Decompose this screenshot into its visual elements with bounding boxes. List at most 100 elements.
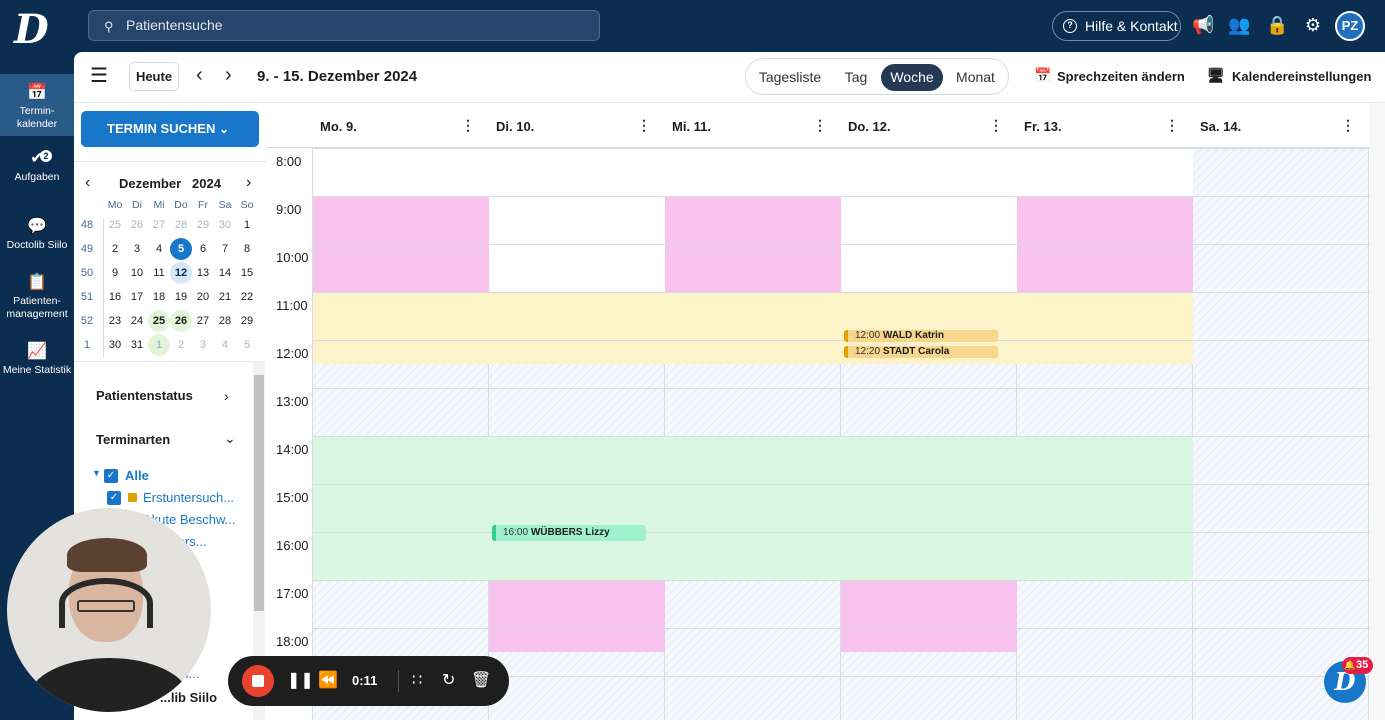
help-contact-button[interactable]: ? Hilfe & Kontakt (1052, 11, 1181, 41)
nav-item-aufgaben[interactable]: ✔ 2 Aufgaben (0, 150, 74, 194)
rewind-icon[interactable]: ⏪ (318, 671, 338, 691)
stop-recording-button[interactable] (242, 665, 274, 697)
mini-calendar-day[interactable]: 8 (236, 238, 258, 260)
day-heading[interactable]: Mi. 11. (672, 119, 711, 134)
patient-search-input[interactable]: ⚲ Patientensuche (88, 10, 600, 41)
day-column[interactable] (313, 148, 489, 720)
megaphone-icon[interactable]: 📢 (1192, 14, 1214, 36)
mini-calendar-day[interactable]: 9 (104, 262, 126, 284)
today-button[interactable]: Heute (129, 62, 179, 91)
day-column[interactable] (1193, 148, 1369, 720)
avatar[interactable]: PZ (1335, 11, 1365, 41)
view-tag[interactable]: Tag (834, 64, 878, 91)
week-number[interactable]: 50 (76, 262, 98, 284)
mini-calendar-day[interactable]: 26 (126, 214, 148, 236)
next-month-icon[interactable]: › (246, 174, 251, 192)
pause-icon[interactable]: ❚❚ (287, 671, 314, 691)
checkbox-icon[interactable]: ✓ (104, 469, 118, 483)
previous-week-icon[interactable]: ‹ (196, 65, 203, 85)
availability-block[interactable] (489, 436, 665, 580)
mini-calendar-day[interactable]: 7 (214, 238, 236, 260)
availability-block[interactable] (313, 532, 489, 580)
day-column[interactable] (841, 148, 1017, 720)
day-heading[interactable]: Sa. 14. (1200, 119, 1241, 134)
day-column[interactable] (1017, 148, 1193, 720)
mini-calendar-day[interactable]: 27 (192, 310, 214, 332)
week-number[interactable]: 51 (76, 286, 98, 308)
mini-calendar-day[interactable]: 22 (236, 286, 258, 308)
calendar-settings-button[interactable]: 🖥 Kalendereinstellungen (1207, 67, 1371, 84)
mini-calendar-day[interactable]: 31 (126, 334, 148, 356)
nav-item-doctolib-siilo[interactable]: 💬 Doctolib Siilo (0, 218, 74, 262)
chevron-down-icon[interactable]: ⌄ (224, 430, 236, 447)
view-monat[interactable]: Monat (947, 64, 1004, 91)
day-heading[interactable]: Di. 10. (496, 119, 534, 134)
availability-block[interactable] (841, 436, 1017, 580)
mini-calendar-day[interactable]: 23 (104, 310, 126, 332)
chevron-right-icon[interactable]: › (224, 388, 229, 404)
mini-calendar-day[interactable]: 28 (170, 214, 192, 236)
gear-icon[interactable]: ⚙ (1302, 14, 1324, 36)
mini-calendar-day[interactable]: 29 (192, 214, 214, 236)
day-options-icon[interactable]: ⋮ (813, 117, 827, 134)
mini-calendar-day[interactable]: 28 (214, 310, 236, 332)
mini-calendar-day[interactable]: 12 (170, 262, 192, 284)
mini-calendar-day[interactable]: 18 (148, 286, 170, 308)
availability-block[interactable] (489, 580, 665, 652)
lock-icon[interactable]: 🔒 (1266, 14, 1288, 36)
mini-calendar-day[interactable]: 5 (236, 334, 258, 356)
sprechzeiten-button[interactable]: 📅 Sprechzeiten ändern (1034, 67, 1185, 84)
day-heading[interactable]: Fr. 13. (1024, 119, 1062, 134)
availability-block[interactable] (489, 292, 665, 364)
availability-block[interactable] (489, 148, 665, 292)
mini-calendar-day[interactable]: 30 (104, 334, 126, 356)
mini-calendar-day[interactable]: 29 (236, 310, 258, 332)
mini-calendar-day[interactable]: 14 (214, 262, 236, 284)
filter-item[interactable]: ✓ Erstuntersuch... (107, 490, 267, 508)
mini-calendar-day[interactable]: 10 (126, 262, 148, 284)
patientenstatus-heading[interactable]: Patientenstatus (96, 388, 193, 403)
day-options-icon[interactable]: ⋮ (1165, 117, 1179, 134)
availability-block[interactable] (313, 292, 489, 364)
mini-calendar-day[interactable]: 4 (148, 238, 170, 260)
mini-calendar-day[interactable]: 24 (126, 310, 148, 332)
mini-calendar-day[interactable]: 1 (148, 334, 170, 356)
mini-calendar-day[interactable]: 15 (236, 262, 258, 284)
mini-calendar-day[interactable]: 20 (192, 286, 214, 308)
mini-calendar-day[interactable]: 3 (192, 334, 214, 356)
mini-calendar-day[interactable]: 6 (192, 238, 214, 260)
filter-all[interactable]: ▼ ✓ Alle (92, 468, 252, 486)
availability-block[interactable] (841, 580, 1017, 652)
availability-block[interactable] (665, 292, 841, 364)
day-options-icon[interactable]: ⋮ (989, 117, 1003, 134)
view-woche[interactable]: Woche (881, 64, 943, 91)
grid-icon[interactable]: ∷ (412, 671, 422, 691)
nav-item-patientenmanagement[interactable]: 📋 Patienten-management (0, 274, 74, 328)
mini-calendar-day[interactable]: 16 (104, 286, 126, 308)
week-number[interactable]: 1 (76, 334, 98, 356)
view-tagesliste[interactable]: Tagesliste (754, 64, 826, 91)
day-column[interactable] (665, 148, 841, 720)
mini-calendar-day[interactable]: 30 (214, 214, 236, 236)
appointment[interactable]: 16:00 WÜBBERS Lizzy (492, 525, 646, 541)
day-column[interactable] (489, 148, 665, 720)
doctolib-logo[interactable]: D (14, 10, 60, 50)
menu-icon[interactable]: ☰ (90, 66, 108, 86)
mini-calendar-day[interactable]: 13 (192, 262, 214, 284)
mini-calendar-day[interactable]: 26 (170, 310, 192, 332)
calendar-scrollbar[interactable] (1370, 103, 1385, 720)
availability-block[interactable] (1017, 292, 1193, 364)
week-number[interactable]: 52 (76, 310, 98, 332)
availability-block[interactable] (665, 148, 841, 196)
appointment[interactable]: 12:20 STADT Carola (844, 345, 998, 358)
week-number[interactable]: 48 (76, 214, 98, 236)
mini-calendar-day[interactable]: 21 (214, 286, 236, 308)
terminarten-heading[interactable]: Terminarten (96, 432, 170, 447)
day-heading[interactable]: Mo. 9. (320, 119, 357, 134)
availability-block[interactable] (665, 436, 841, 580)
day-heading[interactable]: Do. 12. (848, 119, 891, 134)
mini-calendar-day[interactable]: 25 (104, 214, 126, 236)
checkbox-icon[interactable]: ✓ (107, 491, 121, 505)
mini-calendar-day[interactable]: 25 (148, 310, 170, 332)
nav-item-terminkalender[interactable]: 📅 Termin-kalender (0, 74, 74, 136)
